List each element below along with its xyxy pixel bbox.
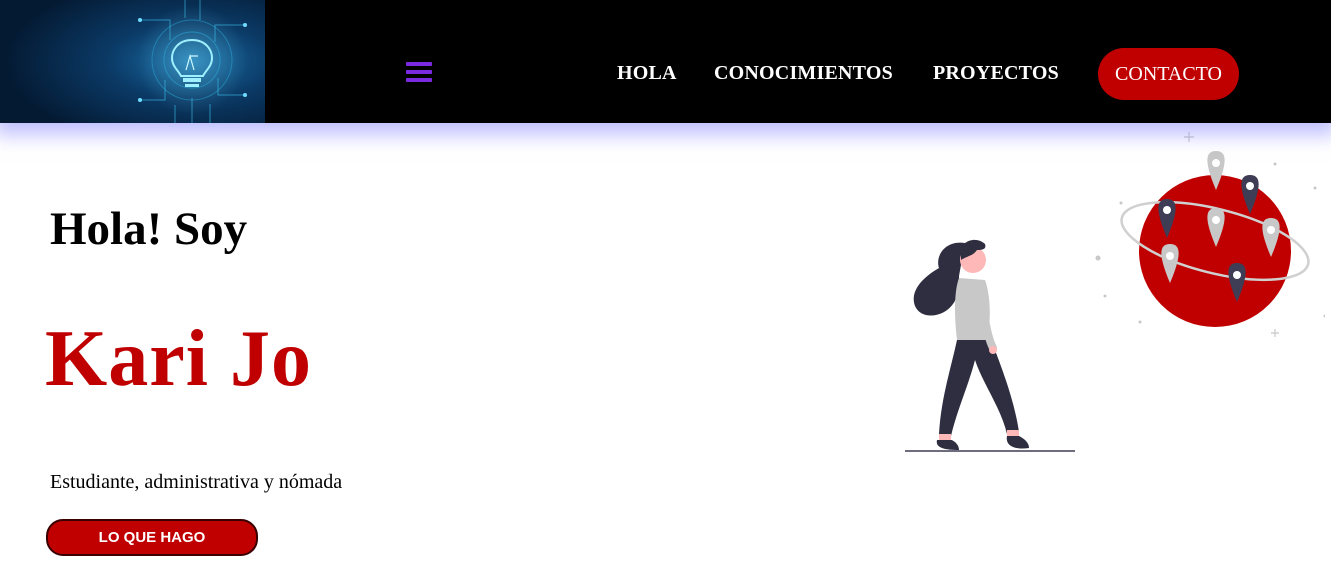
hero-name: Kari Jo — [45, 315, 312, 403]
hero-subtitle: Estudiante, administrativa y nómada — [50, 471, 343, 493]
hamburger-menu-icon[interactable] — [406, 58, 432, 86]
nav-link-conocimientos[interactable]: CONOCIMIENTOS — [714, 62, 893, 85]
lightbulb-circuit-icon — [0, 0, 265, 123]
woman-walking-globe-pins-illustration — [895, 128, 1327, 458]
nav-link-proyectos[interactable]: PROYECTOS — [933, 62, 1059, 85]
site-header: HOLA CONOCIMIENTOS PROYECTOS CONTACTO — [0, 0, 1331, 123]
hero-greeting: Hola! Soy — [50, 203, 248, 255]
logo[interactable] — [0, 0, 265, 123]
what-i-do-button[interactable]: LO QUE HAGO — [46, 519, 258, 556]
nav-link-hola[interactable]: HOLA — [617, 62, 677, 85]
contact-button[interactable]: CONTACTO — [1098, 48, 1239, 100]
